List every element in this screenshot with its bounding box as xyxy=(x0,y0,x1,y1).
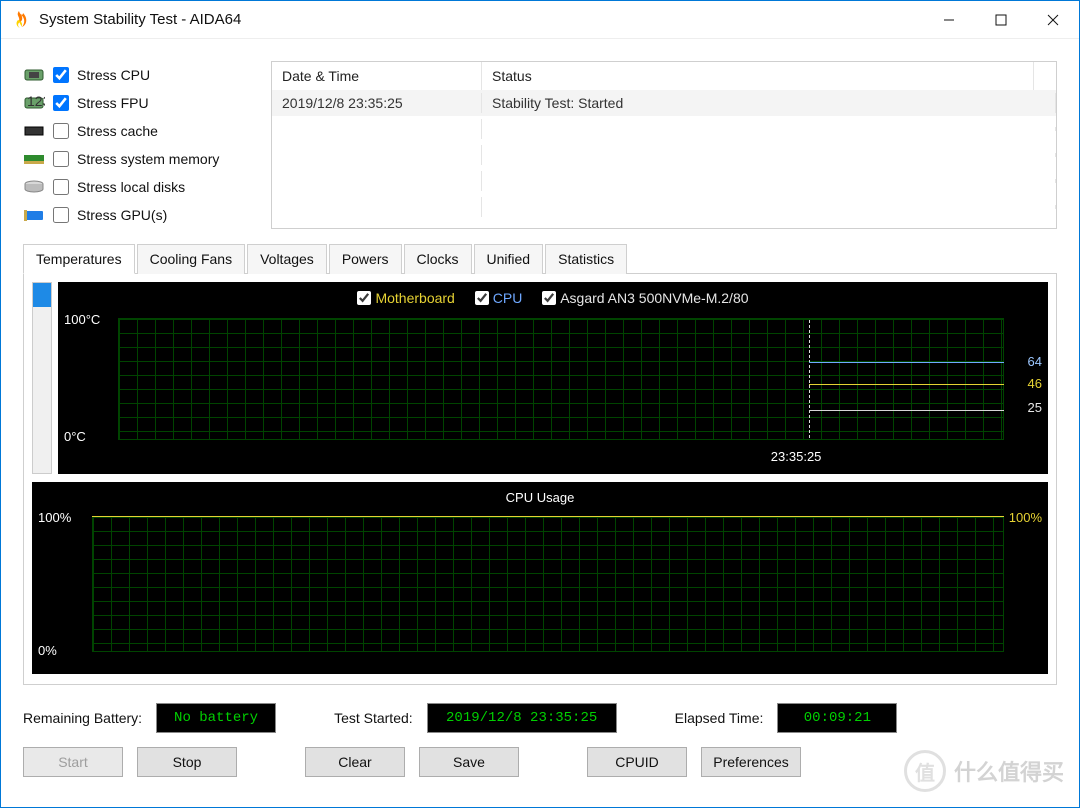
temp-value-cpu: 64 xyxy=(1028,354,1042,369)
tab-temperatures[interactable]: Temperatures xyxy=(23,244,135,274)
elapsed-value: 00:09:21 xyxy=(777,703,897,733)
stress-disks-checkbox[interactable] xyxy=(53,179,69,195)
svg-text:123: 123 xyxy=(27,95,45,109)
save-button[interactable]: Save xyxy=(419,747,519,777)
event-time-label: 23:35:25 xyxy=(771,449,822,464)
tab-cooling-fans[interactable]: Cooling Fans xyxy=(137,244,246,274)
cpuid-button[interactable]: CPUID xyxy=(587,747,687,777)
stress-disks-label: Stress local disks xyxy=(77,179,185,195)
temp-value-motherboard: 46 xyxy=(1028,376,1042,391)
stress-gpu-checkbox[interactable] xyxy=(53,207,69,223)
table-row: . xyxy=(272,142,1056,168)
temp-value-ssd: 25 xyxy=(1028,400,1042,415)
stress-cpu-checkbox[interactable] xyxy=(53,67,69,83)
col-spacer xyxy=(1034,62,1056,90)
line-cpu xyxy=(809,362,1004,363)
stress-gpu-label: Stress GPU(s) xyxy=(77,207,167,223)
cache-icon xyxy=(23,123,45,139)
tab-statistics[interactable]: Statistics xyxy=(545,244,627,274)
stress-cache-label: Stress cache xyxy=(77,123,158,139)
line-motherboard xyxy=(809,384,1004,385)
cell-datetime: 2019/12/8 23:35:25 xyxy=(272,93,482,113)
legend-ssd-checkbox[interactable] xyxy=(542,291,556,305)
table-row: . xyxy=(272,194,1056,220)
usage-axis-max: 100% xyxy=(38,510,71,525)
start-button: Start xyxy=(23,747,123,777)
cpu-icon xyxy=(23,67,45,83)
line-ssd xyxy=(809,410,1004,411)
table-row: . xyxy=(272,116,1056,142)
table-row[interactable]: 2019/12/8 23:35:25 Stability Test: Start… xyxy=(272,90,1056,116)
cell-status: Stability Test: Started xyxy=(482,93,1056,113)
legend-motherboard-label: Motherboard xyxy=(375,290,454,306)
usage-current-value: 100% xyxy=(1009,510,1042,525)
stress-memory-checkbox[interactable] xyxy=(53,151,69,167)
stress-memory-label: Stress system memory xyxy=(77,151,219,167)
close-button[interactable] xyxy=(1027,1,1079,39)
disk-icon xyxy=(23,179,45,195)
cpu-usage-title: CPU Usage xyxy=(32,490,1048,505)
legend-cpu-label: CPU xyxy=(493,290,523,306)
preferences-button[interactable]: Preferences xyxy=(701,747,801,777)
button-row: Start Stop Clear Save CPUID Preferences xyxy=(23,747,1057,781)
started-label: Test Started: xyxy=(334,710,413,726)
battery-label: Remaining Battery: xyxy=(23,710,142,726)
table-row: . xyxy=(272,168,1056,194)
elapsed-label: Elapsed Time: xyxy=(675,710,764,726)
usage-plot-area xyxy=(92,516,1004,652)
cpu-usage-chart: CPU Usage 100% 0% 100% xyxy=(32,482,1048,674)
gpu-icon xyxy=(23,207,45,223)
tab-clocks[interactable]: Clocks xyxy=(404,244,472,274)
temp-plot-area xyxy=(118,318,1004,440)
titlebar: System Stability Test - AIDA64 xyxy=(1,1,1079,39)
col-datetime[interactable]: Date & Time xyxy=(272,62,482,90)
aida64-flame-icon xyxy=(9,10,29,30)
window-title: System Stability Test - AIDA64 xyxy=(39,11,241,28)
stress-options: Stress CPU 123 Stress FPU Stress cache S… xyxy=(23,61,261,229)
usage-axis-min: 0% xyxy=(38,643,57,658)
maximize-button[interactable] xyxy=(975,1,1027,39)
tab-unified[interactable]: Unified xyxy=(474,244,544,274)
legend-ssd-label: Asgard AN3 500NVMe-M.2/80 xyxy=(560,290,748,306)
stress-fpu-label: Stress FPU xyxy=(77,95,149,111)
legend-motherboard-checkbox[interactable] xyxy=(357,291,371,305)
legend-cpu-checkbox[interactable] xyxy=(475,291,489,305)
stress-fpu-checkbox[interactable] xyxy=(53,95,69,111)
minimize-button[interactable] xyxy=(923,1,975,39)
sensor-scrollbar[interactable] xyxy=(32,282,52,474)
tab-strip: Temperatures Cooling Fans Voltages Power… xyxy=(23,243,1057,274)
clear-button[interactable]: Clear xyxy=(305,747,405,777)
col-status[interactable]: Status xyxy=(482,62,1034,90)
event-marker xyxy=(809,320,810,438)
stress-cpu-label: Stress CPU xyxy=(77,67,150,83)
tab-voltages[interactable]: Voltages xyxy=(247,244,327,274)
temperature-chart: Motherboard CPU Asgard AN3 500NVMe-M.2/8… xyxy=(58,282,1048,474)
status-bar: Remaining Battery: No battery Test Start… xyxy=(23,703,1057,733)
window: System Stability Test - AIDA64 Stress CP… xyxy=(0,0,1080,808)
battery-value: No battery xyxy=(156,703,276,733)
memory-icon xyxy=(23,151,45,167)
stress-cache-checkbox[interactable] xyxy=(53,123,69,139)
temp-axis-max: 100°C xyxy=(64,312,100,327)
line-cpu-usage xyxy=(92,516,1004,517)
fpu-icon: 123 xyxy=(23,95,45,111)
tab-powers[interactable]: Powers xyxy=(329,244,402,274)
stop-button[interactable]: Stop xyxy=(137,747,237,777)
event-log-table: Date & Time Status 2019/12/8 23:35:25 St… xyxy=(271,61,1057,229)
started-value: 2019/12/8 23:35:25 xyxy=(427,703,617,733)
temp-axis-min: 0°C xyxy=(64,429,86,444)
